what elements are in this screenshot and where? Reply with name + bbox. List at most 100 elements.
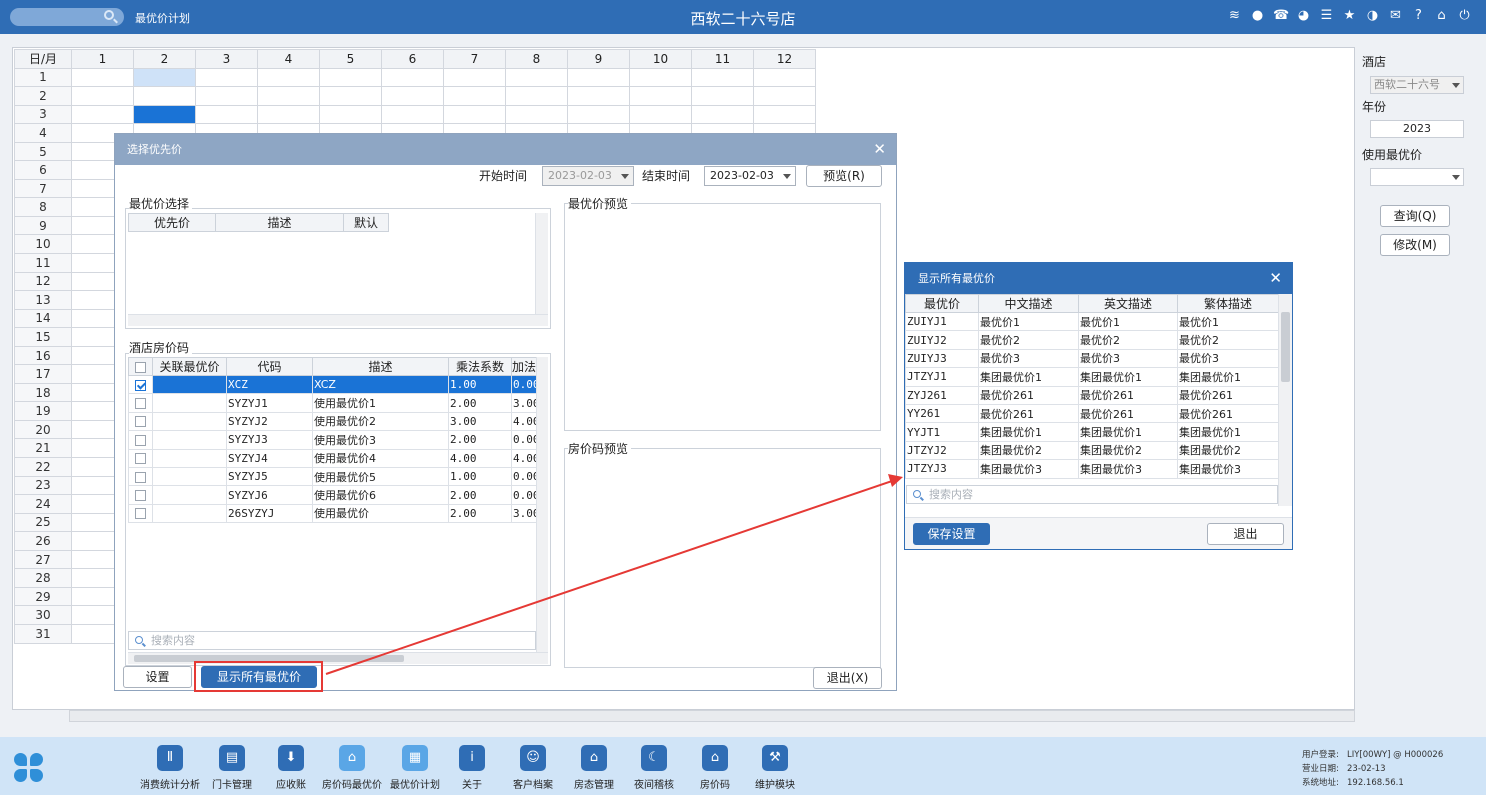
desc-cell[interactable]: 使用最优价4 — [312, 448, 449, 468]
dock-item[interactable]: i 关于 — [440, 745, 504, 791]
dock-item[interactable]: ☺ 客户档案 — [501, 745, 565, 791]
linked-best-price-cell[interactable] — [152, 411, 227, 432]
tw-desc-cell[interactable]: 最优价261 — [1177, 403, 1279, 424]
column-header[interactable]: 代码 — [226, 357, 313, 376]
wifi-icon[interactable]: ≋ — [1227, 8, 1242, 23]
mult-cell[interactable]: 2.00 — [448, 393, 512, 413]
column-header[interactable]: 描述 — [312, 357, 449, 376]
menu-icon[interactable]: ☰ — [1319, 8, 1334, 23]
cn-desc-cell[interactable]: 最优价261 — [978, 403, 1079, 424]
tw-desc-cell[interactable]: 最优价1 — [1177, 311, 1279, 332]
end-date-picker[interactable]: 2023-02-03 — [704, 166, 796, 186]
best-price-select[interactable] — [1370, 168, 1464, 186]
column-header[interactable]: 最优价 — [905, 294, 979, 313]
plan-cell[interactable] — [567, 67, 630, 88]
en-desc-cell[interactable]: 最优价1 — [1078, 311, 1178, 332]
row-checkbox[interactable] — [135, 471, 146, 483]
plan-cell[interactable] — [505, 86, 568, 106]
column-header[interactable]: 默认 — [343, 213, 389, 232]
grid-horizontal-scrollbar[interactable] — [69, 710, 1355, 722]
plan-cell[interactable] — [319, 67, 382, 88]
row-checkbox-cell[interactable] — [128, 430, 153, 450]
help-icon[interactable]: ? — [1411, 8, 1426, 23]
best-price-code-cell[interactable]: JTZYJ2 — [905, 440, 979, 461]
plan-cell[interactable] — [443, 67, 506, 88]
best-price-row[interactable]: ZUIYJ2 最优价2 最优价2 最优价2 — [905, 330, 1279, 350]
best-price-code-cell[interactable]: ZYJ261 — [905, 385, 979, 405]
en-desc-cell[interactable]: 最优价2 — [1078, 330, 1178, 350]
close-icon[interactable]: ✕ — [873, 134, 886, 165]
column-header[interactable]: 英文描述 — [1078, 294, 1178, 313]
row-checkbox-cell[interactable] — [128, 448, 153, 468]
en-desc-cell[interactable]: 集团最优价1 — [1078, 422, 1178, 442]
year-input[interactable]: 2023 — [1370, 120, 1464, 138]
rate-code-search-input[interactable]: 搜索内容 — [128, 631, 536, 650]
row-checkbox[interactable] — [135, 434, 146, 446]
desc-cell[interactable]: XCZ — [312, 374, 449, 395]
plan-cell[interactable] — [133, 104, 196, 125]
plan-cell[interactable] — [133, 86, 196, 106]
plan-cell[interactable] — [381, 67, 444, 88]
plan-cell[interactable] — [257, 104, 320, 125]
plan-cell[interactable] — [195, 67, 258, 88]
tw-desc-cell[interactable]: 集团最优价1 — [1177, 367, 1279, 387]
plan-cell[interactable] — [133, 67, 196, 88]
cn-desc-cell[interactable]: 最优价1 — [978, 311, 1079, 332]
vertical-scrollbar[interactable] — [535, 213, 548, 314]
row-checkbox[interactable] — [135, 398, 146, 410]
rate-code-row[interactable]: SYZYJ1 使用最优价1 2.00 3.00 — [128, 393, 537, 413]
plan-cell[interactable] — [381, 86, 444, 106]
settings-button[interactable]: 设置 — [123, 666, 192, 688]
plan-cell[interactable] — [195, 86, 258, 106]
desc-cell[interactable]: 使用最优价2 — [312, 411, 449, 432]
code-cell[interactable]: SYZYJ1 — [226, 393, 313, 413]
best-price-code-cell[interactable]: ZUIYJ2 — [905, 330, 979, 350]
tw-desc-cell[interactable]: 集团最优价3 — [1177, 459, 1279, 479]
rate-code-row[interactable]: XCZ XCZ 1.00 0.00 — [128, 374, 537, 395]
dock-item[interactable]: ⌂ 房价码最优价 — [320, 745, 384, 791]
add-cell[interactable]: 4.00 — [511, 448, 537, 468]
row-checkbox-cell[interactable] — [128, 503, 153, 524]
linked-best-price-cell[interactable] — [152, 466, 227, 487]
hotel-select[interactable]: 西软二十六号 — [1370, 76, 1464, 94]
desc-cell[interactable]: 使用最优价1 — [312, 393, 449, 413]
column-header[interactable]: 繁体描述 — [1177, 294, 1279, 313]
plan-cell[interactable] — [257, 67, 320, 88]
column-header[interactable]: 优先价 — [128, 213, 216, 232]
column-header[interactable]: 描述 — [215, 213, 344, 232]
en-desc-cell[interactable]: 最优价261 — [1078, 403, 1178, 424]
plan-cell[interactable] — [629, 86, 692, 106]
plan-cell[interactable] — [71, 86, 134, 106]
theme-icon[interactable]: ◑ — [1365, 8, 1380, 23]
mult-cell[interactable]: 2.00 — [448, 430, 512, 450]
mail-icon[interactable]: ✉ — [1388, 8, 1403, 23]
best-price-row[interactable]: JTZYJ3 集团最优价3 集团最优价3 集团最优价3 — [905, 459, 1279, 479]
best-price-code-cell[interactable]: JTZYJ1 — [905, 367, 979, 387]
cn-desc-cell[interactable]: 最优价3 — [978, 348, 1079, 369]
linked-best-price-cell[interactable] — [152, 503, 227, 524]
close-icon[interactable]: ✕ — [1269, 263, 1282, 294]
plan-cell[interactable] — [319, 86, 382, 106]
dock-item[interactable]: ▦ 最优价计划 — [383, 745, 447, 791]
best-price-code-cell[interactable]: JTZYJ3 — [905, 459, 979, 479]
row-checkbox[interactable] — [135, 490, 146, 502]
best-price-code-cell[interactable]: ZUIYJ3 — [905, 348, 979, 369]
tw-desc-cell[interactable]: 最优价2 — [1177, 330, 1279, 350]
column-header[interactable]: 关联最优价 — [152, 357, 227, 376]
row-checkbox[interactable] — [135, 453, 146, 465]
cn-desc-cell[interactable]: 集团最优价1 — [978, 367, 1079, 387]
desc-cell[interactable]: 使用最优价3 — [312, 430, 449, 450]
dock-item[interactable]: Ⅱ 消费统计分析 — [138, 745, 202, 791]
row-checkbox-cell[interactable] — [128, 485, 153, 505]
dock-item[interactable]: ⬇ 应收账 — [259, 745, 323, 791]
linked-best-price-cell[interactable] — [152, 430, 227, 450]
dock-item[interactable]: ⌂ 房价码 — [683, 745, 747, 791]
start-date-picker[interactable]: 2023-02-03 — [542, 166, 634, 186]
add-cell[interactable]: 3.00 — [511, 393, 537, 413]
select-all-checkbox-cell[interactable] — [128, 357, 153, 376]
plan-cell[interactable] — [629, 67, 692, 88]
add-cell[interactable]: 0.00 — [511, 430, 537, 450]
tw-desc-cell[interactable]: 最优价261 — [1177, 385, 1279, 405]
add-cell[interactable]: 0.00 — [511, 466, 537, 487]
cn-desc-cell[interactable]: 最优价2 — [978, 330, 1079, 350]
